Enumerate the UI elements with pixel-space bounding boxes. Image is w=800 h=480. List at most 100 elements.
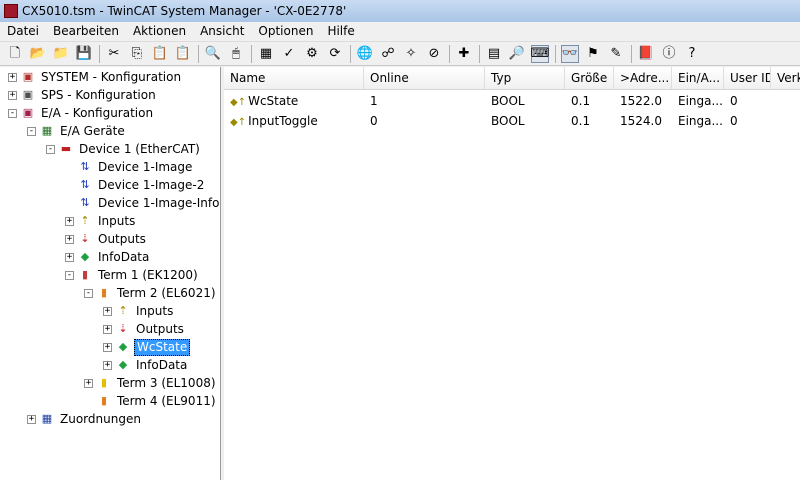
- inputs-icon: ⇡: [80, 214, 90, 227]
- table-cell: ◆↑ InputToggle: [224, 111, 364, 131]
- help-icon[interactable]: ?: [683, 45, 701, 63]
- terminal-el1008-icon: ▮: [100, 376, 108, 389]
- config-mode-icon[interactable]: ☍: [379, 45, 397, 63]
- tree-item[interactable]: + ▦ Zuordnungen: [27, 410, 143, 428]
- collapse-icon[interactable]: -: [8, 108, 17, 118]
- tree-item[interactable]: - ▬ Device 1 (EtherCAT): [46, 140, 202, 158]
- tree-item[interactable]: ⇅ Device 1-Image: [65, 158, 194, 176]
- expand-icon[interactable]: +: [103, 324, 112, 334]
- new-icon[interactable]: 🗋: [6, 45, 24, 63]
- toolbar-separator: [350, 44, 351, 63]
- menu-bearbeiten[interactable]: Bearbeiten: [46, 22, 126, 41]
- column-header[interactable]: Ein/A...: [672, 67, 724, 89]
- table-cell: 1524.0: [620, 114, 662, 128]
- check-configuration-icon[interactable]: ✓: [280, 45, 298, 63]
- table-cell: 0: [730, 94, 738, 108]
- collapse-icon[interactable]: -: [46, 144, 55, 154]
- collapse-icon[interactable]: -: [84, 288, 93, 298]
- menu-ansicht[interactable]: Ansicht: [193, 22, 251, 41]
- tree-item[interactable]: + ⇡ Inputs: [65, 212, 137, 230]
- table-row[interactable]: ◆↑ InputToggle 0 BOOL 0.1 1524.0 Einga... 0: [224, 111, 800, 131]
- activate-configuration-icon[interactable]: ⚙: [303, 45, 321, 63]
- tree-item[interactable]: + ▣ SPS - Konfiguration: [8, 86, 158, 104]
- collapse-icon[interactable]: -: [27, 126, 36, 136]
- copy-icon[interactable]: ⎘: [128, 45, 146, 63]
- column-header[interactable]: >Adre...: [614, 67, 672, 89]
- info-icon[interactable]: ⓘ: [660, 45, 678, 63]
- book-icon[interactable]: 📕: [637, 45, 655, 63]
- find-icon[interactable]: 🔍: [204, 45, 222, 63]
- column-header[interactable]: Online: [364, 67, 485, 89]
- tree-item-label: Term 4 (EL9011): [117, 393, 216, 408]
- cut-icon[interactable]: ✂: [105, 45, 123, 63]
- tree-item[interactable]: + ▮ Term 3 (EL1008): [84, 374, 218, 392]
- tree-item[interactable]: - ▮ Term 1 (EK1200): [65, 266, 200, 284]
- tree-item[interactable]: + ⇣ Outputs: [65, 230, 148, 248]
- tree-item-label: Inputs: [98, 213, 136, 228]
- image-icon: ⇅: [80, 160, 90, 173]
- tree-item[interactable]: ▮ Term 4 (EL9011): [84, 392, 218, 410]
- tree-item[interactable]: - ▮ Term 2 (EL6021): [84, 284, 218, 302]
- expand-icon[interactable]: +: [8, 90, 17, 100]
- column-header[interactable]: User ID: [724, 67, 771, 89]
- tree-item[interactable]: + ⇣ Outputs: [103, 320, 186, 338]
- infodata-icon: ◆: [118, 358, 128, 371]
- variable-list[interactable]: Name Online Typ Größe >Adre... Ein/A... User I…: [224, 67, 800, 480]
- menu-aktionen[interactable]: Aktionen: [126, 22, 193, 41]
- table-cell: 1522.0: [620, 94, 662, 108]
- watch-icon[interactable]: 👓: [561, 44, 579, 63]
- io-config-icon: ▣: [22, 106, 34, 119]
- expand-icon[interactable]: +: [65, 234, 74, 244]
- open-folder-icon[interactable]: 📁: [52, 45, 70, 63]
- magic-wand-icon[interactable]: ✧: [402, 45, 420, 63]
- tree-item-label: Outputs: [98, 231, 146, 246]
- show-online-data-icon[interactable]: ▤: [485, 45, 503, 63]
- choose-target-icon[interactable]: 🌐: [356, 45, 374, 63]
- stop-icon[interactable]: ⊘: [425, 45, 443, 63]
- collapse-icon[interactable]: -: [65, 270, 74, 280]
- column-header[interactable]: Verk: [771, 67, 800, 89]
- tree-item[interactable]: + ◆ InfoData: [103, 356, 189, 374]
- force-icon[interactable]: ⚑: [584, 45, 602, 63]
- mouse-icon[interactable]: 🖱: [227, 45, 245, 63]
- open-icon[interactable]: 📂: [29, 45, 47, 63]
- paste-with-links-icon[interactable]: 📋: [174, 45, 192, 63]
- column-header[interactable]: Typ: [485, 67, 565, 89]
- tree-item[interactable]: - ▣ E/A - Konfiguration: [8, 104, 155, 122]
- tree-item[interactable]: + ◆ InfoData: [65, 248, 151, 266]
- expand-icon[interactable]: +: [65, 216, 74, 226]
- tree-item[interactable]: - ▦ E/A Geräte: [27, 122, 127, 140]
- online-view-icon[interactable]: ⌨: [531, 44, 549, 63]
- tree-item[interactable]: + ⇡ Inputs: [103, 302, 175, 320]
- tree-view[interactable]: + ▣ SYSTEM - Konfiguration + ▣ SPS - Konfigur…: [0, 67, 221, 480]
- add-icon[interactable]: ✚: [455, 45, 473, 63]
- expand-icon[interactable]: +: [65, 252, 74, 262]
- expand-icon[interactable]: +: [103, 306, 112, 316]
- table-cell: 0.1: [571, 94, 591, 108]
- tree-item[interactable]: + ▣ SYSTEM - Konfiguration: [8, 68, 183, 86]
- menu-optionen[interactable]: Optionen: [251, 22, 320, 41]
- menu-hilfe[interactable]: Hilfe: [320, 22, 361, 41]
- expand-icon[interactable]: +: [84, 378, 93, 388]
- tree-item[interactable]: ⇅ Device 1-Image-2: [65, 176, 206, 194]
- expand-icon[interactable]: +: [27, 414, 36, 424]
- table-row[interactable]: ◆↑ WcState 1 BOOL 0.1 1522.0 Einga... 0: [224, 91, 800, 111]
- write-icon[interactable]: ✎: [607, 45, 625, 63]
- expand-icon[interactable]: +: [103, 360, 112, 370]
- tree-item[interactable]: ⇅ Device 1-Image-Info: [65, 194, 220, 212]
- zoom-icon[interactable]: 🔎: [508, 45, 526, 63]
- restart-icon[interactable]: ⟳: [326, 45, 344, 63]
- tree-item-label: Term 3 (EL1008): [117, 375, 216, 390]
- column-header[interactable]: Name: [224, 67, 364, 89]
- paste-icon[interactable]: 📋: [151, 45, 169, 63]
- save-icon[interactable]: 💾: [75, 45, 93, 63]
- table-cell: Einga...: [678, 114, 723, 128]
- expand-icon[interactable]: +: [8, 72, 17, 82]
- column-header[interactable]: Größe: [565, 67, 614, 89]
- menu-datei[interactable]: Datei: [0, 22, 46, 41]
- expand-icon[interactable]: +: [103, 342, 112, 352]
- tree-item[interactable]: + ◆ WcState: [103, 338, 191, 356]
- table-cell: ◆↑ WcState: [224, 91, 364, 111]
- variable-name: WcState: [248, 94, 299, 108]
- generate-mappings-icon[interactable]: ▦: [257, 45, 275, 63]
